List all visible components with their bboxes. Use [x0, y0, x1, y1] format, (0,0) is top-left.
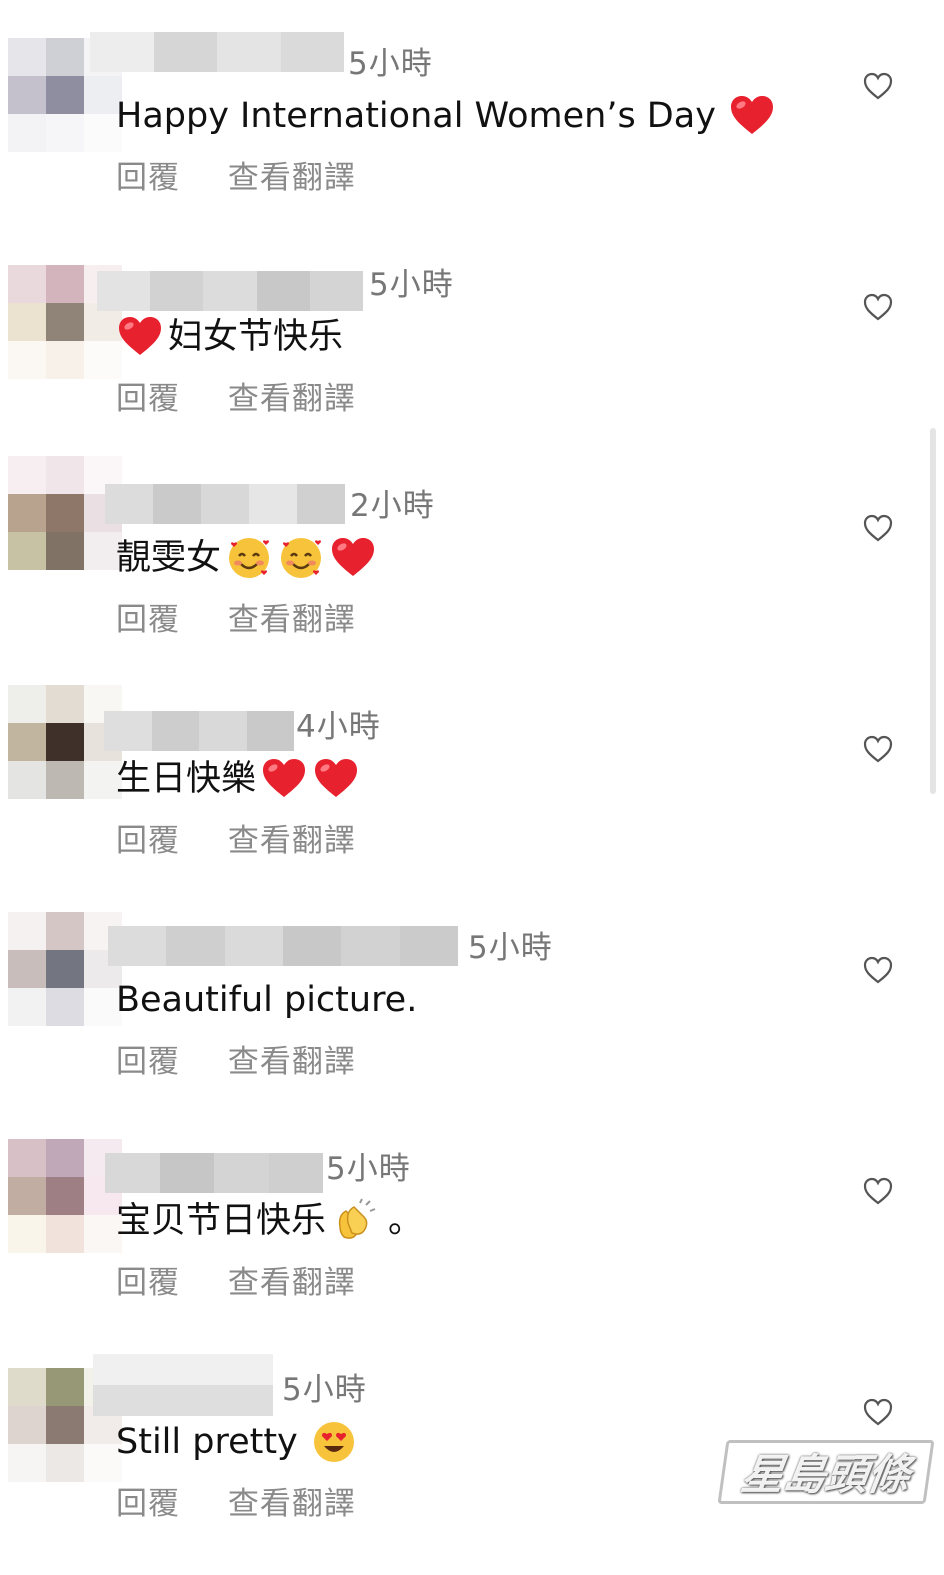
reply-button[interactable]: 回覆: [116, 1486, 180, 1522]
heart-outline-icon[interactable]: [862, 291, 894, 323]
heart-emoji: [315, 759, 358, 797]
comment-actions: 回覆 查看翻譯: [116, 600, 394, 640]
comment-time: 2小時: [350, 488, 435, 524]
username-blurred[interactable]: [105, 484, 345, 524]
username-blurred[interactable]: [90, 32, 344, 72]
view-translation-button[interactable]: 查看翻譯: [228, 1486, 356, 1522]
avatar[interactable]: [8, 456, 122, 570]
comment-actions: 回覆 查看翻譯: [116, 821, 394, 861]
reply-button[interactable]: 回覆: [116, 1265, 180, 1301]
smiling-face-with-hearts-emoji: [281, 538, 322, 578]
heart-emoji: [332, 538, 375, 576]
comment-text: 靚雯女: [116, 534, 377, 582]
comment-item: 2小時 靚雯女 回覆 查看翻譯: [0, 456, 944, 691]
comment-text-content: 生日快樂: [116, 759, 257, 799]
heart-outline-icon[interactable]: [862, 1396, 894, 1428]
comment-item: 4小時 生日快樂 回覆 查看翻譯: [0, 685, 944, 912]
comment-item: 5小時 Happy International Women’s Day 回覆 查…: [0, 28, 944, 249]
view-translation-button[interactable]: 查看翻譯: [228, 602, 356, 638]
heart-outline-icon[interactable]: [862, 512, 894, 544]
watermark-logo: 星島頭條: [717, 1440, 935, 1504]
comment-time: 5小時: [468, 930, 553, 966]
username-blurred[interactable]: [108, 926, 458, 966]
scrollbar[interactable]: [930, 428, 936, 794]
reply-button[interactable]: 回覆: [116, 823, 180, 859]
view-translation-button[interactable]: 查看翻譯: [228, 160, 356, 196]
reply-button[interactable]: 回覆: [116, 381, 180, 417]
username-blurred[interactable]: [97, 271, 364, 311]
comment-text-content: 妇女节快乐: [168, 317, 344, 357]
comment-actions: 回覆 查看翻譯: [116, 1484, 394, 1524]
comment-time: 5小時: [348, 46, 433, 82]
comment-text-content: Still pretty: [116, 1422, 298, 1462]
comment-actions: 回覆 查看翻譯: [116, 1263, 394, 1303]
comment-text: Beautiful picture.: [116, 976, 417, 1024]
comment-actions: 回覆 查看翻譯: [116, 379, 394, 419]
comment-text: 生日快樂: [116, 755, 360, 803]
comment-time: 5小時: [326, 1151, 411, 1187]
heart-emoji: [263, 759, 306, 797]
comment-text-content: 宝贝节日快乐: [116, 1201, 327, 1241]
comment-time: 5小時: [369, 267, 454, 303]
view-translation-button[interactable]: 查看翻譯: [228, 1044, 356, 1080]
avatar[interactable]: [8, 685, 122, 799]
comment-actions: 回覆 查看翻譯: [116, 1042, 394, 1082]
comment-item: 5小時 妇女节快乐 回覆 查看翻譯: [0, 249, 944, 470]
heart-emoji: [730, 96, 773, 134]
comment-text-content: Happy International Women’s Day: [116, 96, 716, 136]
heart-outline-icon[interactable]: [862, 70, 894, 102]
heart-emoji: [119, 317, 161, 355]
username-blurred[interactable]: [105, 1153, 323, 1193]
comment-text: 妇女节快乐: [116, 313, 343, 361]
comment-time: 5小時: [282, 1372, 367, 1408]
heart-outline-icon[interactable]: [862, 733, 894, 765]
avatar[interactable]: [8, 912, 122, 1026]
smiling-face-with-hearts-emoji: [229, 538, 270, 578]
comment-item: 5小時 宝贝节日快乐 。 回覆 查看翻譯: [0, 1133, 944, 1354]
view-translation-button[interactable]: 查看翻譯: [228, 1265, 356, 1301]
comment-text: Happy International Women’s Day: [116, 92, 776, 140]
comment-time: 4小時: [296, 709, 381, 745]
username-blurred[interactable]: [93, 1354, 273, 1416]
view-translation-button[interactable]: 查看翻譯: [228, 823, 356, 859]
heart-outline-icon[interactable]: [862, 1175, 894, 1207]
heart-eyes-emoji: [313, 1422, 354, 1462]
comment-text: 宝贝节日快乐 。: [116, 1197, 423, 1245]
view-translation-button[interactable]: 查看翻譯: [228, 381, 356, 417]
reply-button[interactable]: 回覆: [116, 1044, 180, 1080]
heart-outline-icon[interactable]: [862, 954, 894, 986]
comment-text-content: 靚雯女: [116, 538, 222, 578]
comment-actions: 回覆 查看翻譯: [116, 158, 394, 198]
avatar[interactable]: [8, 1139, 122, 1253]
reply-button[interactable]: 回覆: [116, 602, 180, 638]
clapping-hands-emoji: [338, 1198, 376, 1239]
comment-text: Still pretty: [116, 1418, 358, 1466]
comment-text-suffix: 。: [388, 1201, 424, 1241]
comment-item: 5小時 Beautiful picture. 回覆 查看翻譯: [0, 912, 944, 1133]
reply-button[interactable]: 回覆: [116, 160, 180, 196]
comment-text-content: Beautiful picture.: [116, 980, 418, 1020]
username-blurred[interactable]: [104, 711, 294, 751]
